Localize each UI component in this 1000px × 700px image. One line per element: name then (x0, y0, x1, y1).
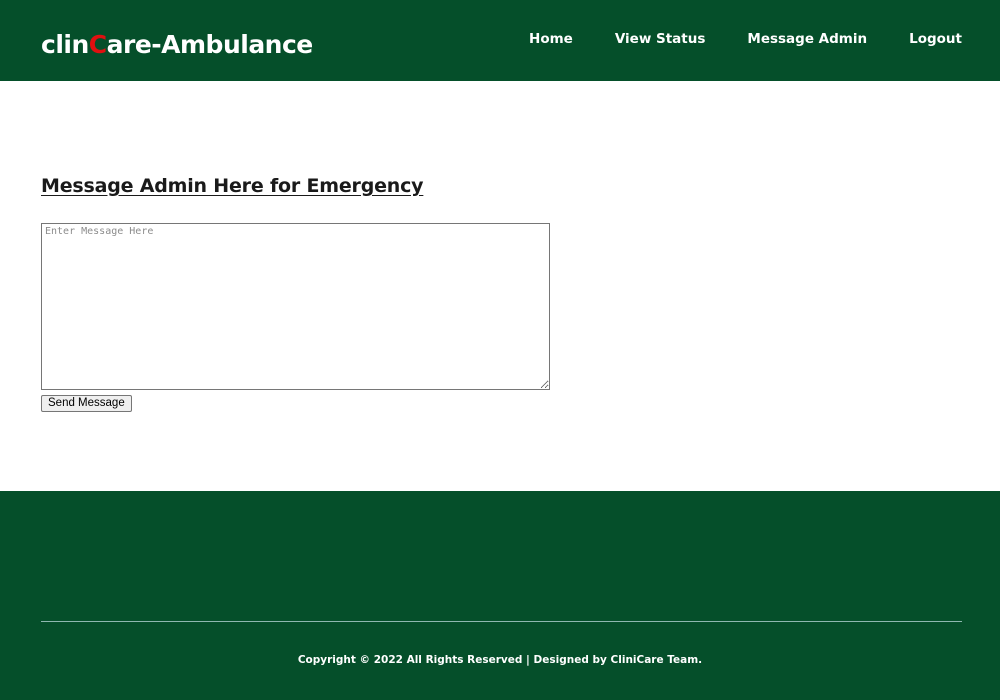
brand-accent-letter: C (88, 30, 107, 59)
nav-logout[interactable]: Logout (909, 30, 962, 48)
nav-message-admin[interactable]: Message Admin (747, 30, 867, 48)
message-input[interactable] (41, 223, 550, 390)
footer-divider (41, 621, 962, 622)
site-footer: Copyright © 2022 All Rights Reserved | D… (0, 491, 1000, 700)
brand-suffix: are-Ambulance (106, 30, 314, 59)
send-message-button[interactable]: Send Message (41, 395, 132, 412)
main-nav: Home View Status Message Admin Logout (529, 30, 962, 48)
nav-home[interactable]: Home (529, 30, 573, 48)
message-form-section: Message Admin Here for Emergency Send Me… (41, 172, 641, 412)
page-title: Message Admin Here for Emergency (41, 175, 424, 197)
site-header: clinCare-Ambulance Home View Status Mess… (0, 0, 1000, 81)
nav-view-status[interactable]: View Status (615, 30, 706, 48)
brand-prefix: clin (41, 30, 89, 59)
brand-logo[interactable]: clinCare-Ambulance (41, 29, 313, 61)
page: clinCare-Ambulance Home View Status Mess… (0, 0, 1000, 700)
copyright-text: Copyright © 2022 All Rights Reserved | D… (297, 654, 703, 666)
